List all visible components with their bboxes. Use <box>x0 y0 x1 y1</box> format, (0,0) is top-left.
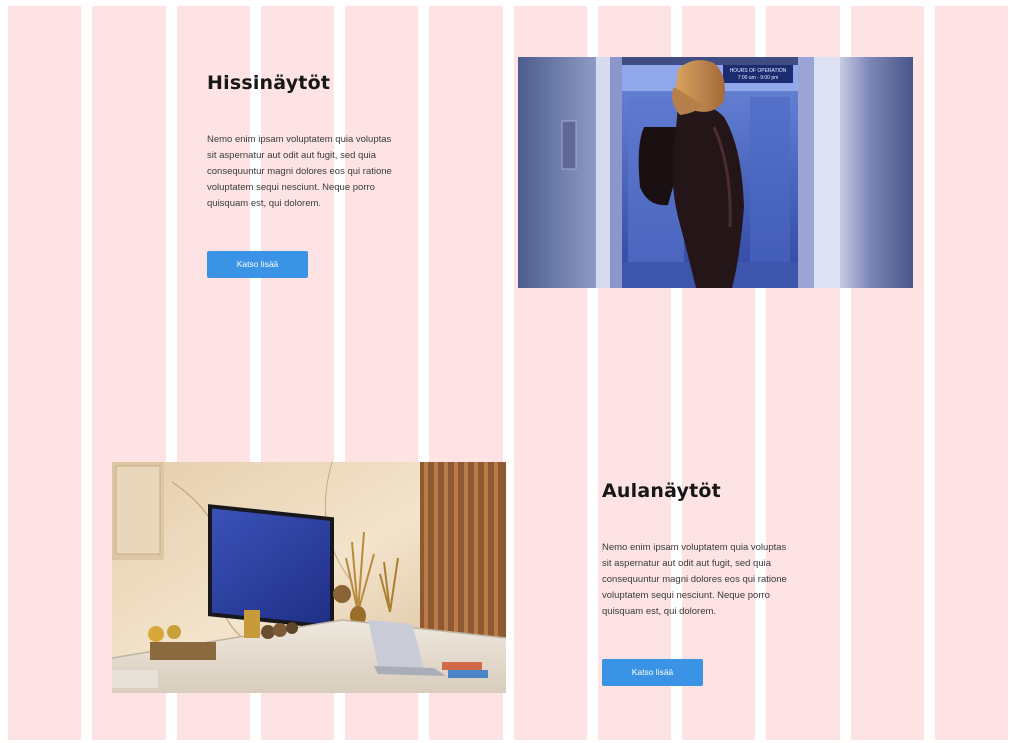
elevator-displays-section: Hissinäytöt Nemo enim ipsam voluptatem q… <box>207 72 422 278</box>
description-line: consequuntur magni dolores eos qui ratio… <box>602 574 787 585</box>
content-layer: Hissinäytöt Nemo enim ipsam voluptatem q… <box>0 0 1013 743</box>
read-more-button[interactable]: Katso lisää <box>602 659 703 686</box>
hours-sign-line2: 7:00 am - 9:00 pm <box>738 75 779 81</box>
description-line: quisquam est, qui dolorem. <box>602 606 717 617</box>
page: Hissinäytöt Nemo enim ipsam voluptatem q… <box>0 0 1013 743</box>
elevator-photo: HOURS OF OPERATION 7:00 am - 9:00 pm <box>518 57 913 288</box>
description-line: Nemo enim ipsam voluptatem quia voluptas <box>602 542 787 553</box>
lobby-photo <box>112 462 506 693</box>
description-line: consequuntur magni dolores eos qui ratio… <box>207 166 392 177</box>
read-more-button[interactable]: Katso lisää <box>207 251 308 278</box>
description-line: voluptatem sequi nesciunt. Neque porro <box>602 590 770 601</box>
lobby-displays-section: Aulanäytöt Nemo enim ipsam voluptatem qu… <box>602 480 827 686</box>
section-description: Nemo enim ipsam voluptatem quia voluptas… <box>207 132 422 212</box>
section-title-elevator-displays: Hissinäytöt <box>207 72 331 94</box>
description-line: quisquam est, qui dolorem. <box>207 198 322 209</box>
description-line: voluptatem sequi nesciunt. Neque porro <box>207 182 375 193</box>
section-description: Nemo enim ipsam voluptatem quia voluptas… <box>602 540 827 620</box>
hours-sign-line1: HOURS OF OPERATION <box>730 68 787 74</box>
description-line: sit aspernatur aut odit aut fugit, sed q… <box>602 558 771 569</box>
section-title-lobby-displays: Aulanäytöt <box>602 480 721 502</box>
description-line: Nemo enim ipsam voluptatem quia voluptas <box>207 134 392 145</box>
description-line: sit aspernatur aut odit aut fugit, sed q… <box>207 150 376 161</box>
